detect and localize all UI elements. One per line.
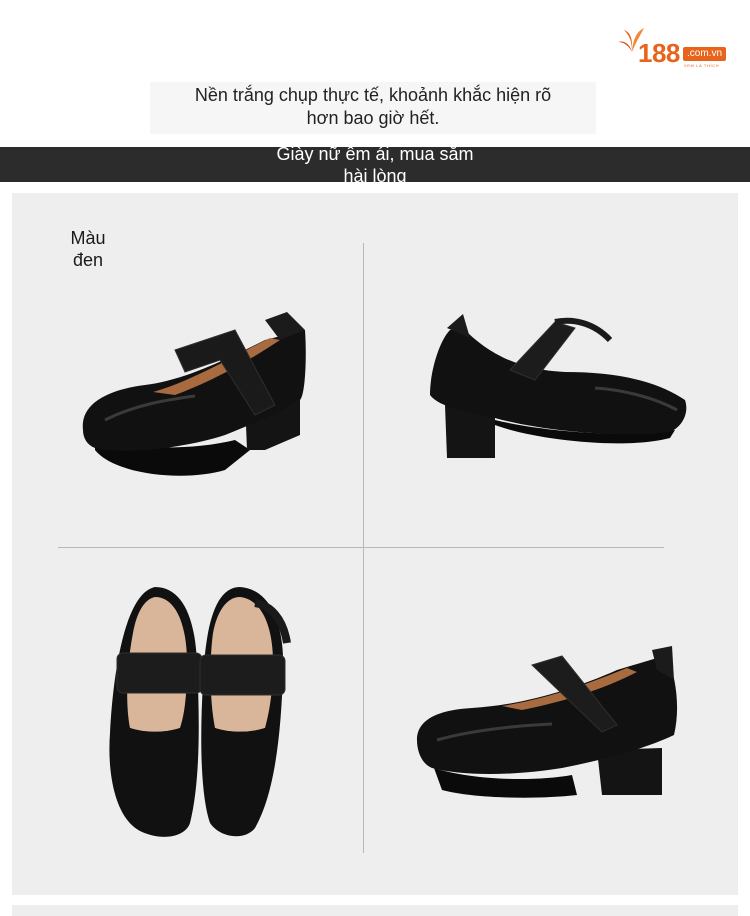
shoe-back-quarter-image [430,314,687,458]
intro-text: Nền trắng chụp thực tế, khoảnh khắc hiện… [150,82,596,134]
logo-tagline: XEM LÀ THÍCH [684,63,720,68]
shoe-photo-front-quarter[interactable] [75,300,310,495]
shoe-front-quarter-image [82,312,306,476]
banner-line-2: hài lòng [343,166,407,186]
shoe-side-image [417,646,678,798]
color-label-line-2: đen [72,250,104,270]
shoe-photo-side[interactable] [412,640,687,805]
color-label-line-1: Màu [70,228,106,248]
grid-divider-horizontal [58,547,664,548]
intro-line-2: hơn bao giờ hết. [306,108,440,128]
banner-line-1: Giày nữ êm ái, mua sắm [276,144,474,164]
logo-domain: .com.vn [683,47,727,61]
next-section-edge [12,905,738,916]
intro-line-1: Nền trắng chụp thực tế, khoảnh khắc hiện… [194,85,552,105]
grid-divider-vertical [363,243,364,853]
shoe-photo-pair-top[interactable] [105,583,295,843]
brand-logo[interactable]: 188 .com.vn XEM LÀ THÍCH [618,22,734,70]
color-label: Màu đen [66,227,110,271]
shoe-photo-back-quarter[interactable] [425,310,695,470]
banner-title: Giày nữ êm ái, mua sắm hài lòng [255,143,495,187]
logo-text: 188 [638,38,680,68]
shoe-pair-top-image [109,587,291,837]
